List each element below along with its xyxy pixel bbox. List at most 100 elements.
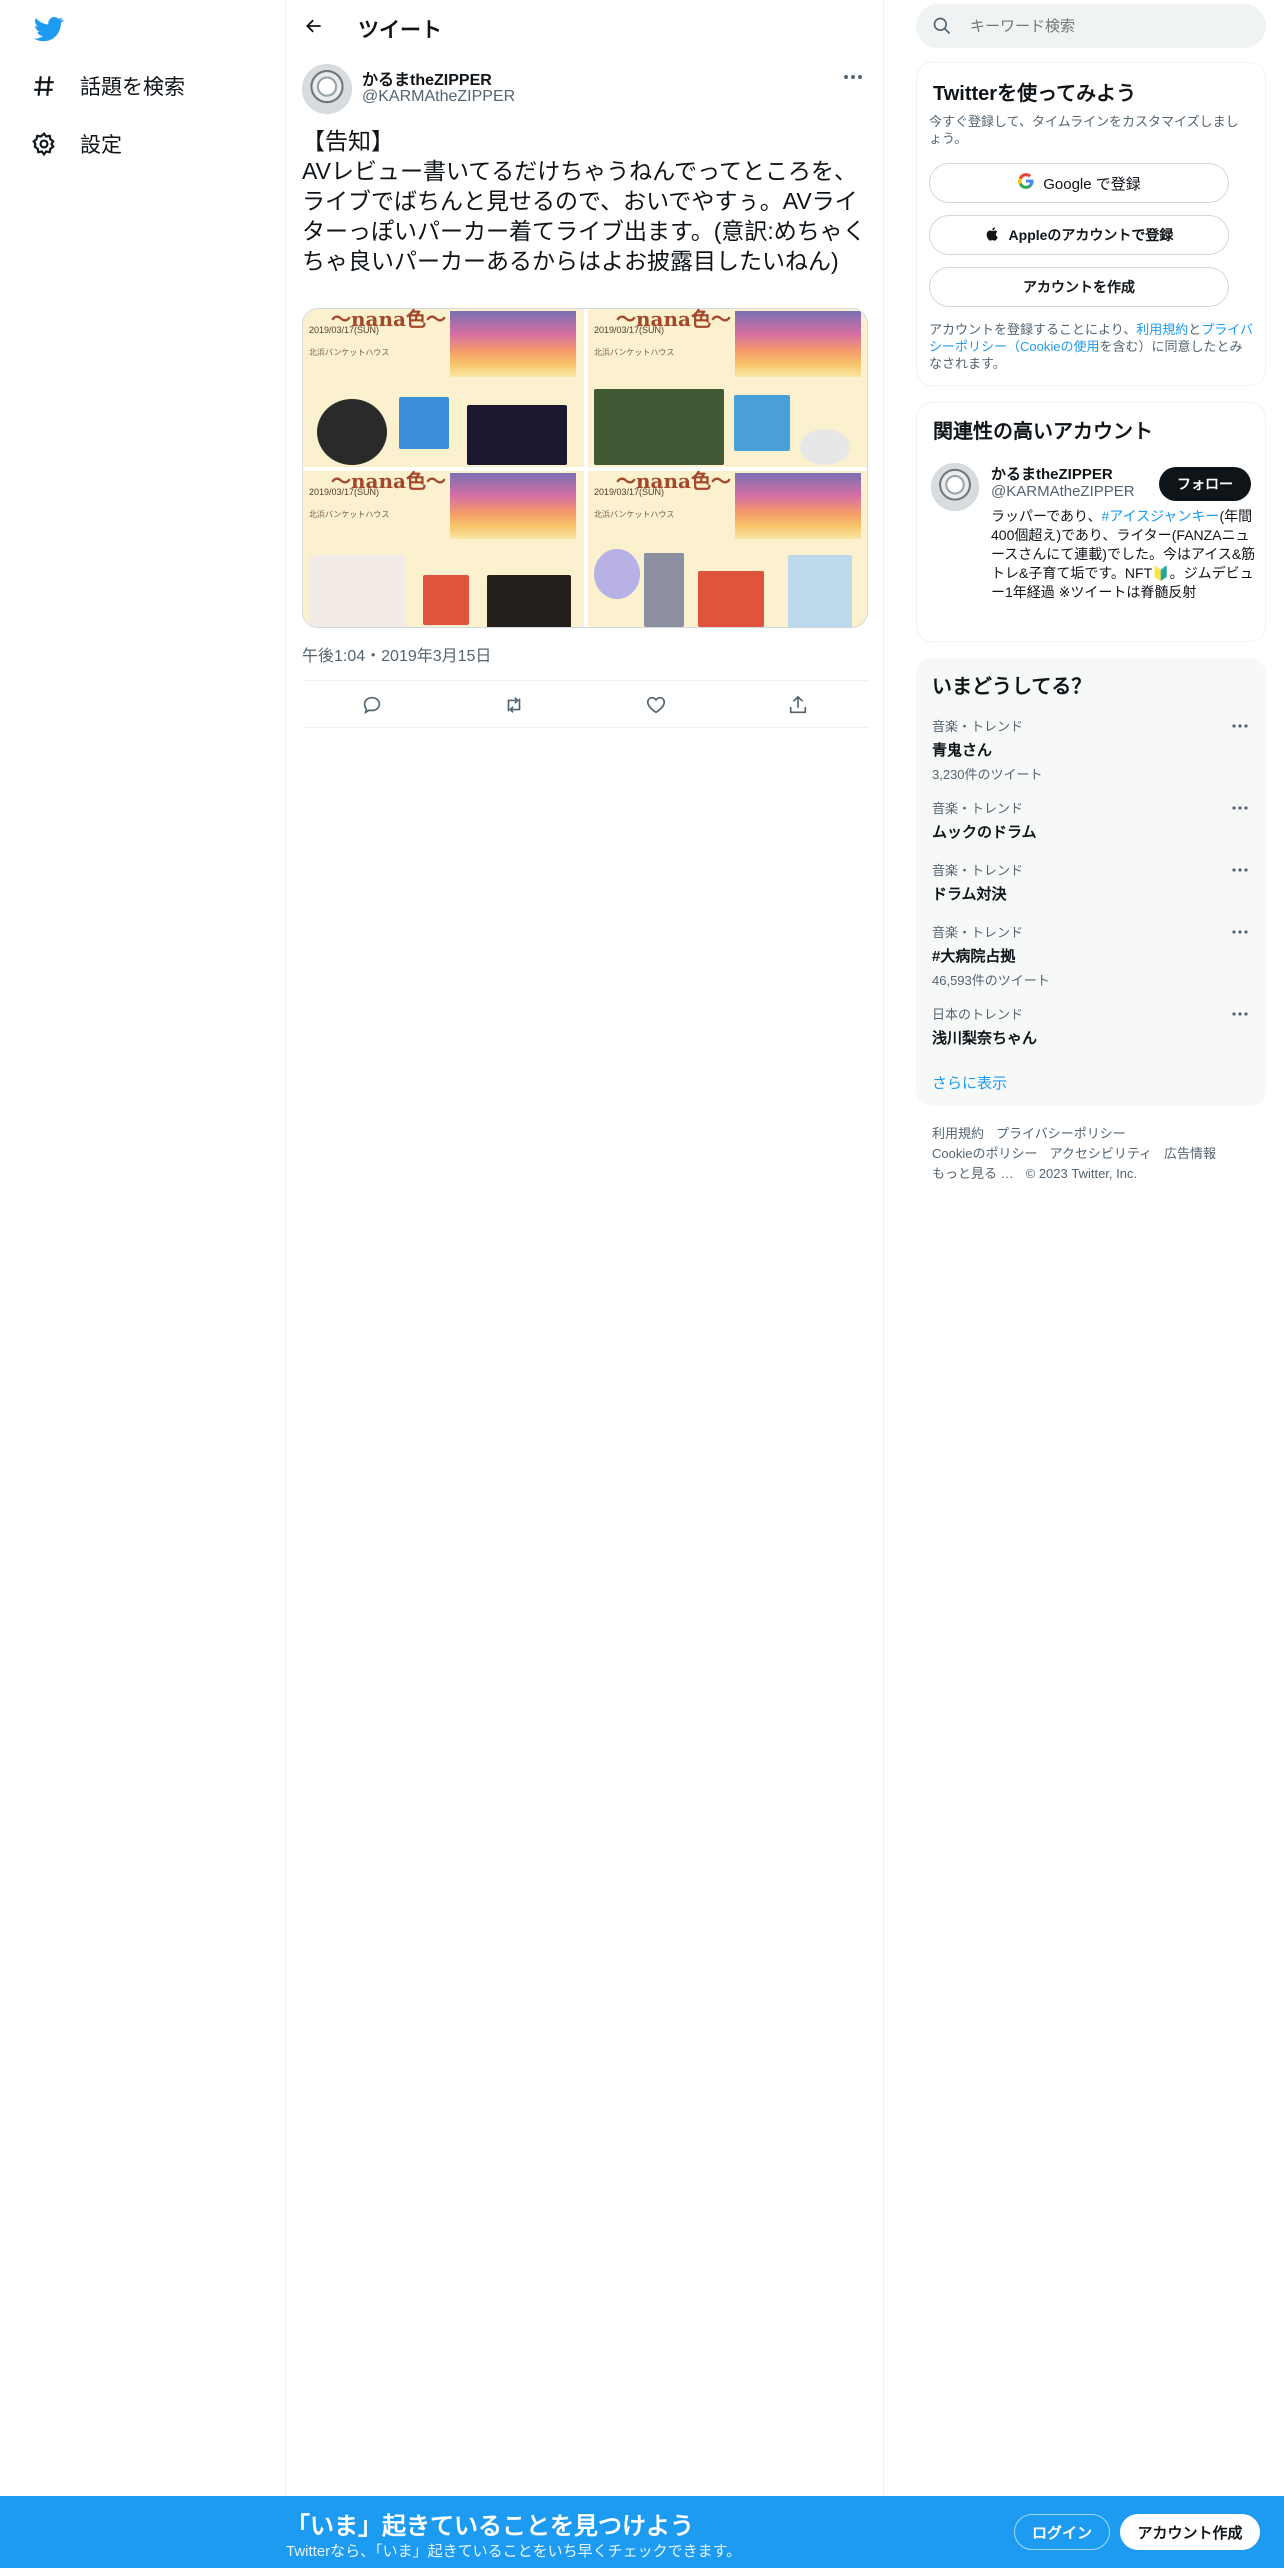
performer-illustration	[644, 553, 684, 627]
tweet-header: ツイート	[286, 0, 884, 53]
footer-link[interactable]: Cookieのポリシー	[932, 1146, 1037, 1161]
signup-button[interactable]: アカウント作成	[1120, 2514, 1260, 2550]
related-bio-hashtag[interactable]: #アイスジャンキー	[1101, 508, 1219, 524]
performer-illustration	[309, 555, 405, 627]
performer-illustration	[594, 549, 640, 599]
footer-link[interactable]: 利用規約	[932, 1126, 984, 1141]
author-avatar[interactable]	[302, 64, 352, 114]
footer-links: 利用規約 プライバシーポリシー Cookieのポリシー アクセシビリティ 広告情報 も…	[932, 1124, 1252, 1184]
terms-prefix: アカウントを登録することにより、	[929, 322, 1137, 337]
trend-item[interactable]: 音楽・トレンド ムックのドラム	[932, 798, 1252, 842]
performer-illustration	[800, 429, 850, 465]
apple-signup-label: Appleのアカウントで登録	[1008, 227, 1174, 243]
flyer-image[interactable]: 〜nana色〜 2019/03/17(SUN) 北浜バンケットハウス	[588, 309, 867, 467]
footer-link[interactable]: 広告情報	[1164, 1146, 1216, 1161]
google-signup-label: Google で登録	[1043, 175, 1141, 193]
related-handle[interactable]: @KARMAtheZIPPER	[991, 483, 1135, 500]
footer-link[interactable]: もっと見る …	[932, 1166, 1014, 1181]
trend-category: 音楽・トレンド	[932, 801, 1024, 816]
nav-settings-label: 設定	[80, 134, 122, 157]
trend-item[interactable]: 音楽・トレンド 青鬼さん 3,230件のツイート	[932, 716, 1252, 783]
search-icon	[932, 16, 952, 36]
trends-title: いまどうしてる？	[932, 676, 1092, 698]
flyer-image[interactable]: 〜nana色〜 2019/03/17(SUN) 北浜バンケットハウス	[303, 471, 584, 627]
flyer-image[interactable]: 〜nana色〜 2019/03/17(SUN) 北浜バンケットハウス	[303, 309, 584, 467]
nav-explore-label: 話題を検索	[80, 76, 185, 99]
trend-category: 日本のトレンド	[932, 1007, 1024, 1022]
signup-card-subtitle: 今すぐ登録して、タイムラインをカスタマイズしましょう。	[929, 114, 1239, 146]
trend-more-icon[interactable]	[1228, 798, 1252, 818]
trend-name: 青鬼さん	[932, 742, 993, 759]
google-logo-icon	[1017, 172, 1035, 194]
follow-button[interactable]: フォロー	[1159, 467, 1251, 501]
bottom-bar-title: 「いま」起きていることを見つけよう	[286, 2513, 694, 2540]
trend-count: 3,230件のツイート	[932, 767, 1043, 782]
trend-category: 音楽・トレンド	[932, 719, 1024, 734]
performer-illustration	[399, 397, 449, 449]
tweet-timestamp[interactable]: 午後1:04・2019年3月15日	[302, 642, 491, 666]
related-accounts-card: 関連性の高いアカウント かるまtheZIPPER @KARMAtheZIPPER…	[916, 402, 1266, 642]
sunset-image	[735, 311, 861, 377]
flyer-date: 2019/03/17(SUN)	[594, 487, 665, 497]
google-signup-button[interactable]: Google で登録	[929, 163, 1229, 203]
reply-icon[interactable]	[358, 691, 386, 719]
related-name[interactable]: かるまtheZIPPER	[991, 463, 1113, 484]
twitter-logo-icon[interactable]	[32, 14, 66, 44]
hashtag-icon	[26, 68, 62, 104]
author-handle[interactable]: @KARMAtheZIPPER	[362, 88, 515, 106]
trend-item[interactable]: 音楽・トレンド #大病院占拠 46,593件のツイート	[932, 922, 1252, 989]
flyer-venue: 北浜バンケットハウス	[309, 510, 390, 519]
trend-item[interactable]: 日本のトレンド 浅川梨奈ちゃん	[932, 1004, 1252, 1048]
trend-category: 音楽・トレンド	[932, 925, 1024, 940]
terms-link[interactable]: 利用規約	[1136, 322, 1188, 337]
related-bio-prefix: ラッパーであり、	[991, 508, 1102, 524]
login-button[interactable]: ログイン	[1014, 2514, 1110, 2550]
sunset-image	[450, 311, 576, 377]
flyer-image[interactable]: 〜nana色〜 2019/03/17(SUN) 北浜バンケットハウス	[588, 471, 867, 627]
trend-name: 浅川梨奈ちゃん	[932, 1030, 1038, 1047]
sunset-image	[735, 473, 861, 539]
performer-photo	[467, 405, 567, 465]
search-input[interactable]	[968, 4, 1248, 48]
trend-more-icon[interactable]	[1228, 860, 1252, 880]
share-icon[interactable]	[784, 691, 812, 719]
like-heart-icon[interactable]	[642, 691, 670, 719]
flyer-date: 2019/03/17(SUN)	[309, 325, 380, 335]
create-account-button[interactable]: アカウントを作成	[929, 267, 1229, 307]
page-title: ツイート	[358, 19, 442, 42]
related-accounts-title: 関連性の高いアカウント	[933, 421, 1153, 443]
apple-logo-icon	[985, 225, 1001, 246]
trend-item[interactable]: 音楽・トレンド ドラム対決	[932, 860, 1252, 904]
trend-more-icon[interactable]	[1228, 716, 1252, 736]
more-options-icon[interactable]	[838, 64, 868, 90]
flyer-venue: 北浜バンケットハウス	[309, 348, 390, 357]
tweet-text: 【告知】 AVレビュー書いてるだけちゃうねんでってところを、ライブでばちんと見せ…	[302, 128, 866, 274]
signup-card-title: Twitterを使ってみよう	[933, 83, 1137, 105]
related-avatar[interactable]	[931, 463, 979, 511]
copyright: © 2023 Twitter, Inc.	[1025, 1166, 1138, 1181]
main-column: ツイート かるまtheZIPPER @KARMAtheZIPPER 【告知】 A…	[286, 0, 884, 2568]
retweet-icon[interactable]	[500, 691, 528, 719]
tweet-media-grid[interactable]: 〜nana色〜 2019/03/17(SUN) 北浜バンケットハウス 〜nana…	[302, 308, 868, 628]
show-more-link[interactable]: さらに表示	[932, 1072, 1007, 1093]
trends-panel: いまどうしてる？ 音楽・トレンド 青鬼さん 3,230件のツイート 音楽・トレン…	[916, 658, 1266, 1106]
author-name[interactable]: かるまtheZIPPER	[362, 66, 492, 90]
performer-photo	[487, 575, 571, 627]
gear-icon	[26, 126, 62, 162]
related-bio: ラッパーであり、#アイスジャンキー(年間400個超え)であり、ライター(FANZ…	[991, 507, 1257, 602]
apple-signup-button[interactable]: Appleのアカウントで登録	[929, 215, 1229, 255]
search-bar[interactable]	[916, 4, 1266, 48]
left-sidebar: 話題を検索 設定	[0, 0, 286, 2568]
nav-explore[interactable]: 話題を検索	[22, 60, 272, 112]
create-account-label: アカウントを作成	[1023, 279, 1135, 295]
trend-more-icon[interactable]	[1228, 1004, 1252, 1024]
performer-illustration	[788, 555, 852, 627]
footer-link[interactable]: プライバシーポリシー	[996, 1126, 1126, 1141]
trend-more-icon[interactable]	[1228, 922, 1252, 942]
footer-link[interactable]: アクセシビリティ	[1049, 1146, 1152, 1161]
terms-and: と	[1188, 322, 1202, 337]
flyer-date: 2019/03/17(SUN)	[309, 487, 380, 497]
nav-settings[interactable]: 設定	[22, 118, 272, 170]
back-arrow-icon[interactable]	[296, 8, 332, 44]
performer-photo	[594, 389, 724, 465]
